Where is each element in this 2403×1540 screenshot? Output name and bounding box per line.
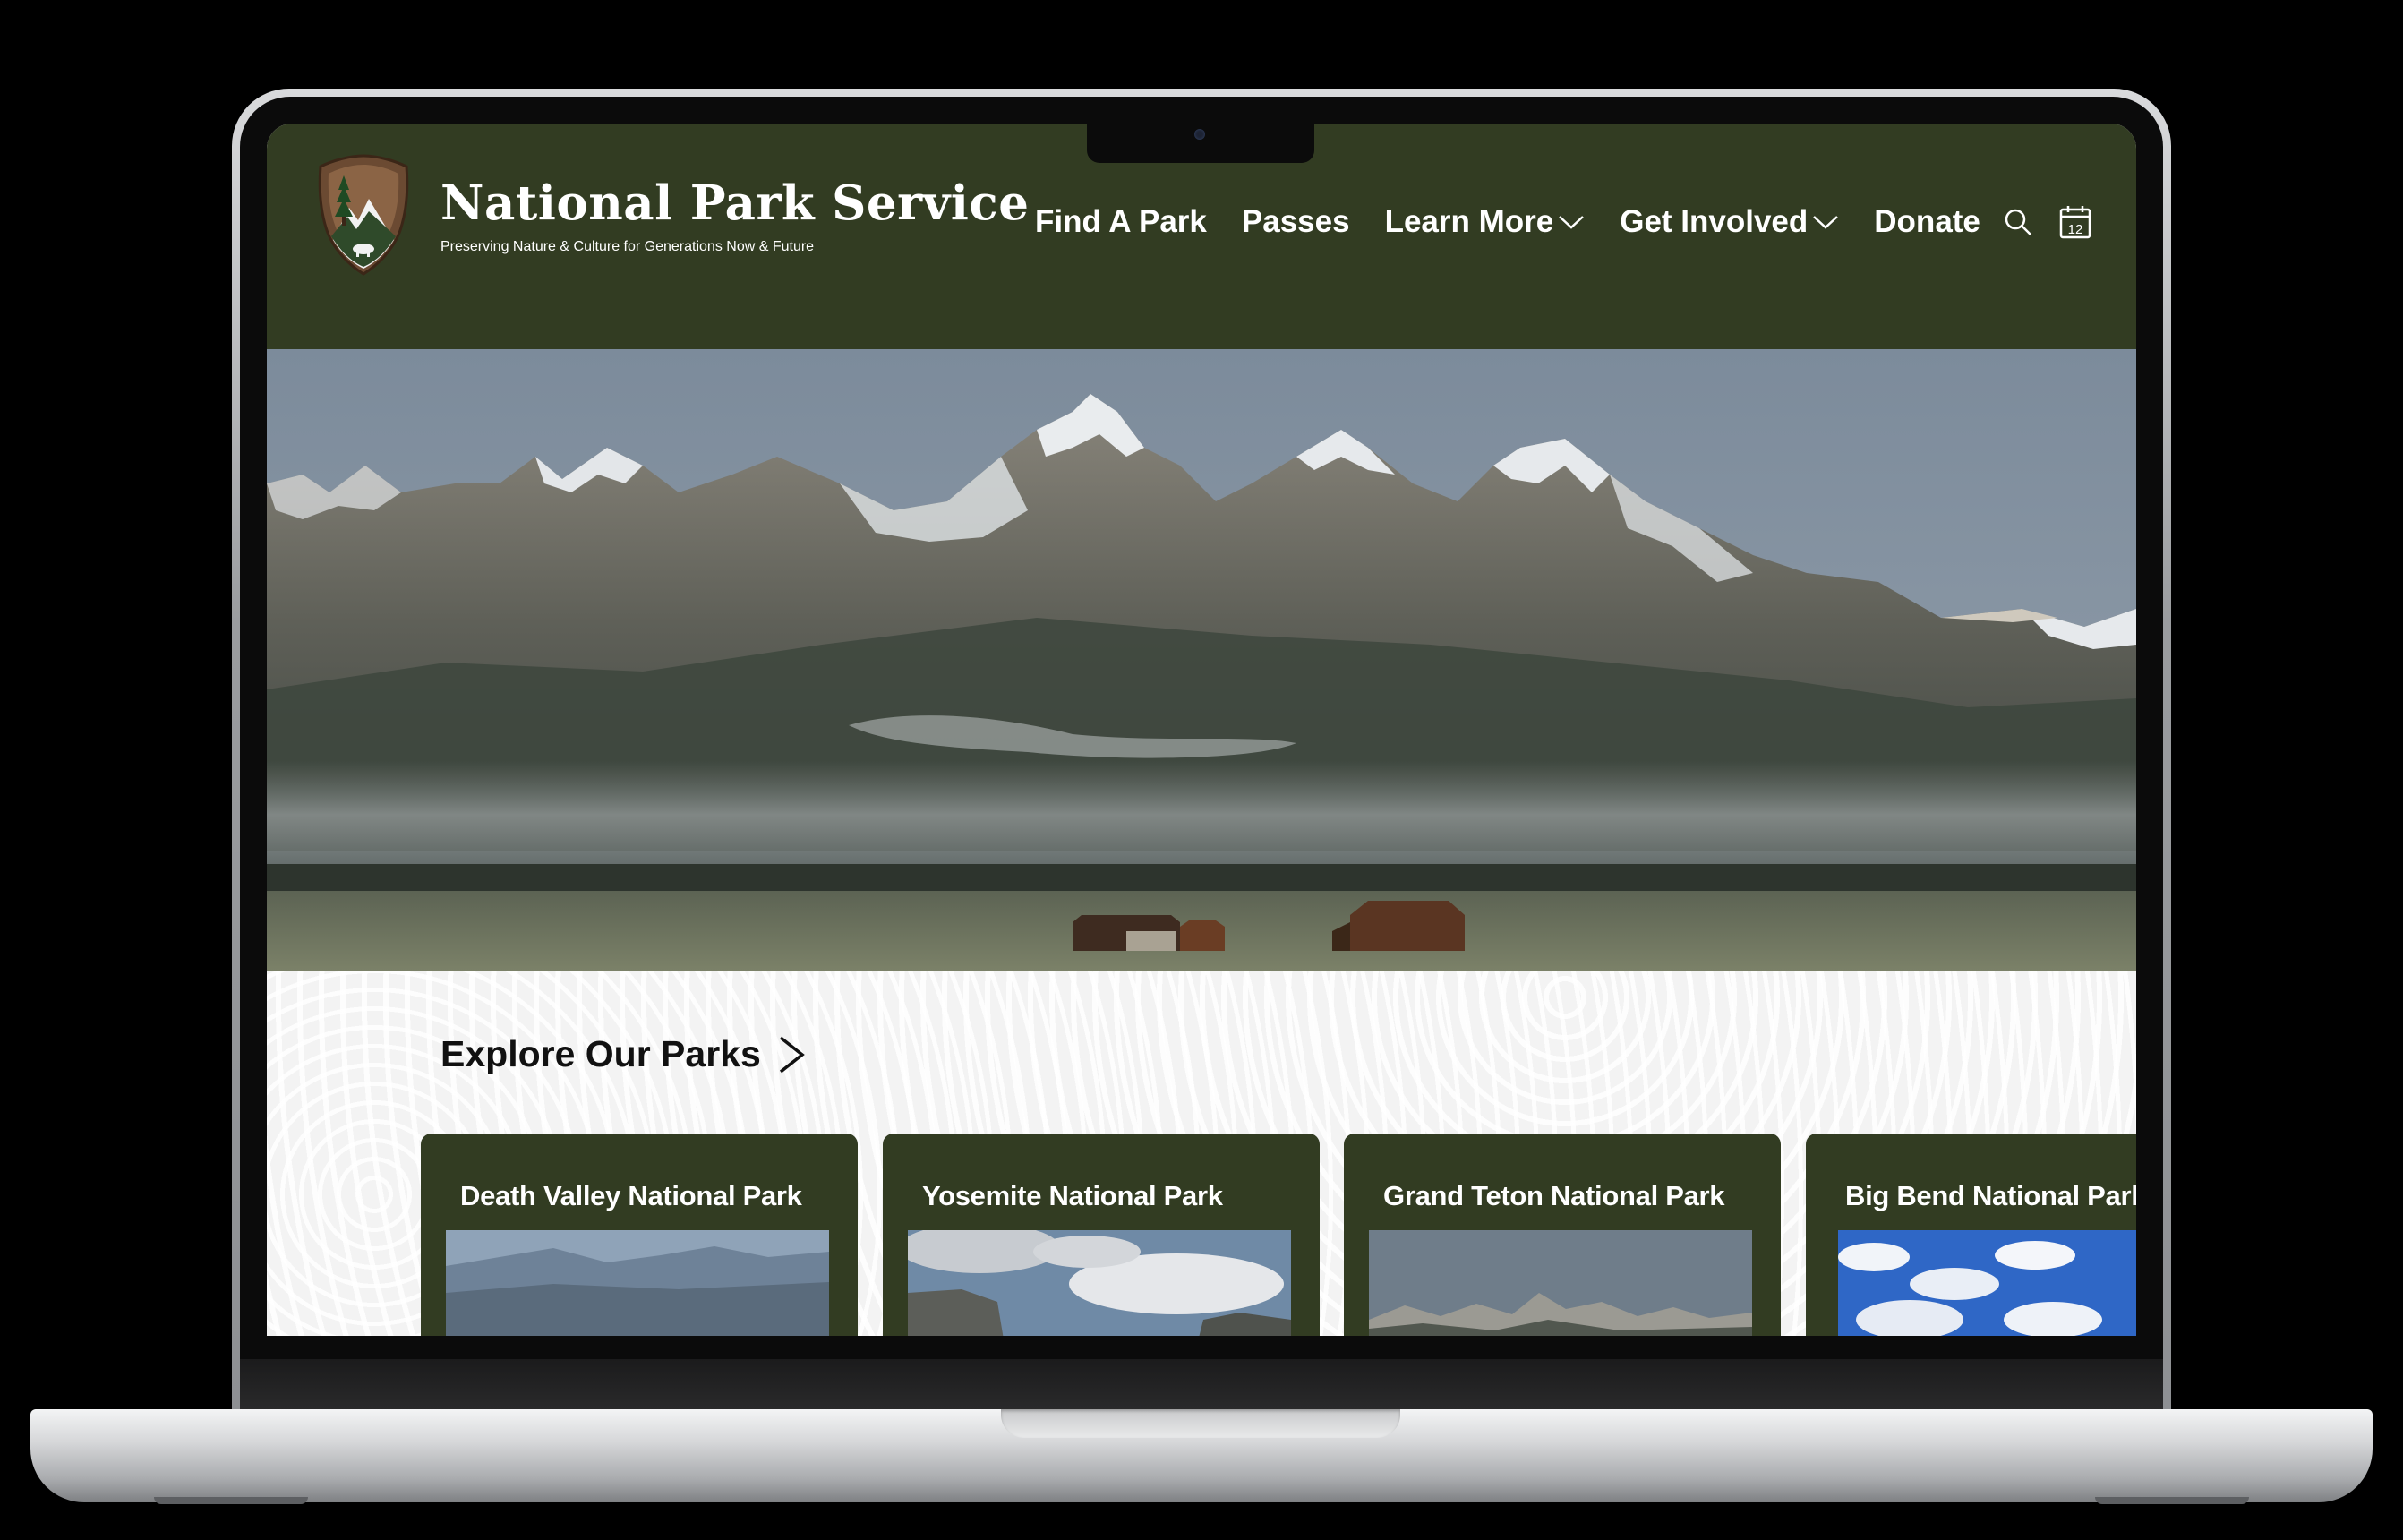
laptop-screen: National Park Service Preserving Nature … [267,124,2136,1336]
calendar-day-text: 12 [2068,222,2083,237]
explore-parks-link[interactable]: Explore Our Parks [440,1033,809,1075]
laptop-foot-left [154,1497,308,1504]
chevron-down-icon [1813,216,1839,229]
park-card-image [1369,1230,1752,1336]
main-nav: Find A Park Passes Learn More Get Involv… [1035,204,2015,240]
nav-item-label: Learn More [1384,204,1554,239]
nav-item-learn-more[interactable]: Learn More [1385,204,1586,240]
nav-item-label: Get Involved [1620,204,1809,239]
site-tagline: Preserving Nature & Culture for Generati… [440,239,815,254]
camera-notch [1087,124,1314,163]
explore-parks-section: Explore Our Parks Death Valley National … [267,971,2136,1336]
search-icon[interactable] [2000,204,2036,240]
calendar-icon[interactable]: 12 [2057,204,2093,240]
nav-item-find-a-park[interactable]: Find A Park [1035,204,1207,240]
nav-item-label: Find A Park [1035,204,1207,239]
chevron-down-icon [1559,216,1585,229]
chevron-right-icon [779,1036,805,1073]
laptop-opening-notch [1001,1409,1400,1438]
park-card-big-bend[interactable]: Big Bend National Park [1806,1134,2136,1336]
laptop-foot-right [2095,1497,2249,1504]
nav-item-label: Passes [1241,204,1350,239]
laptop-hinge [240,1359,2163,1411]
park-card-image [1838,1230,2136,1336]
site-title[interactable]: National Park Service [440,175,1029,231]
nps-arrowhead-logo[interactable] [313,154,414,276]
camera-icon [1194,129,1205,140]
hero-image [267,349,2136,971]
nav-item-get-involved[interactable]: Get Involved [1620,204,1839,240]
explore-parks-heading: Explore Our Parks [440,1033,761,1074]
park-card-yosemite[interactable]: Yosemite National Park [883,1134,1320,1336]
park-card-grand-teton[interactable]: Grand Teton National Park [1344,1134,1781,1336]
park-card-title: Death Valley National Park [460,1180,802,1211]
park-card-image [446,1230,829,1336]
nav-item-donate[interactable]: Donate [1874,204,1980,240]
nav-item-label: Donate [1874,204,1980,239]
park-card-title: Grand Teton National Park [1383,1180,1725,1211]
park-card-image [908,1230,1291,1336]
park-card-title: Yosemite National Park [922,1180,1223,1211]
park-card-title: Big Bend National Park [1845,1180,2136,1211]
park-card-death-valley[interactable]: Death Valley National Park [421,1134,858,1336]
nav-item-passes[interactable]: Passes [1242,204,1350,240]
